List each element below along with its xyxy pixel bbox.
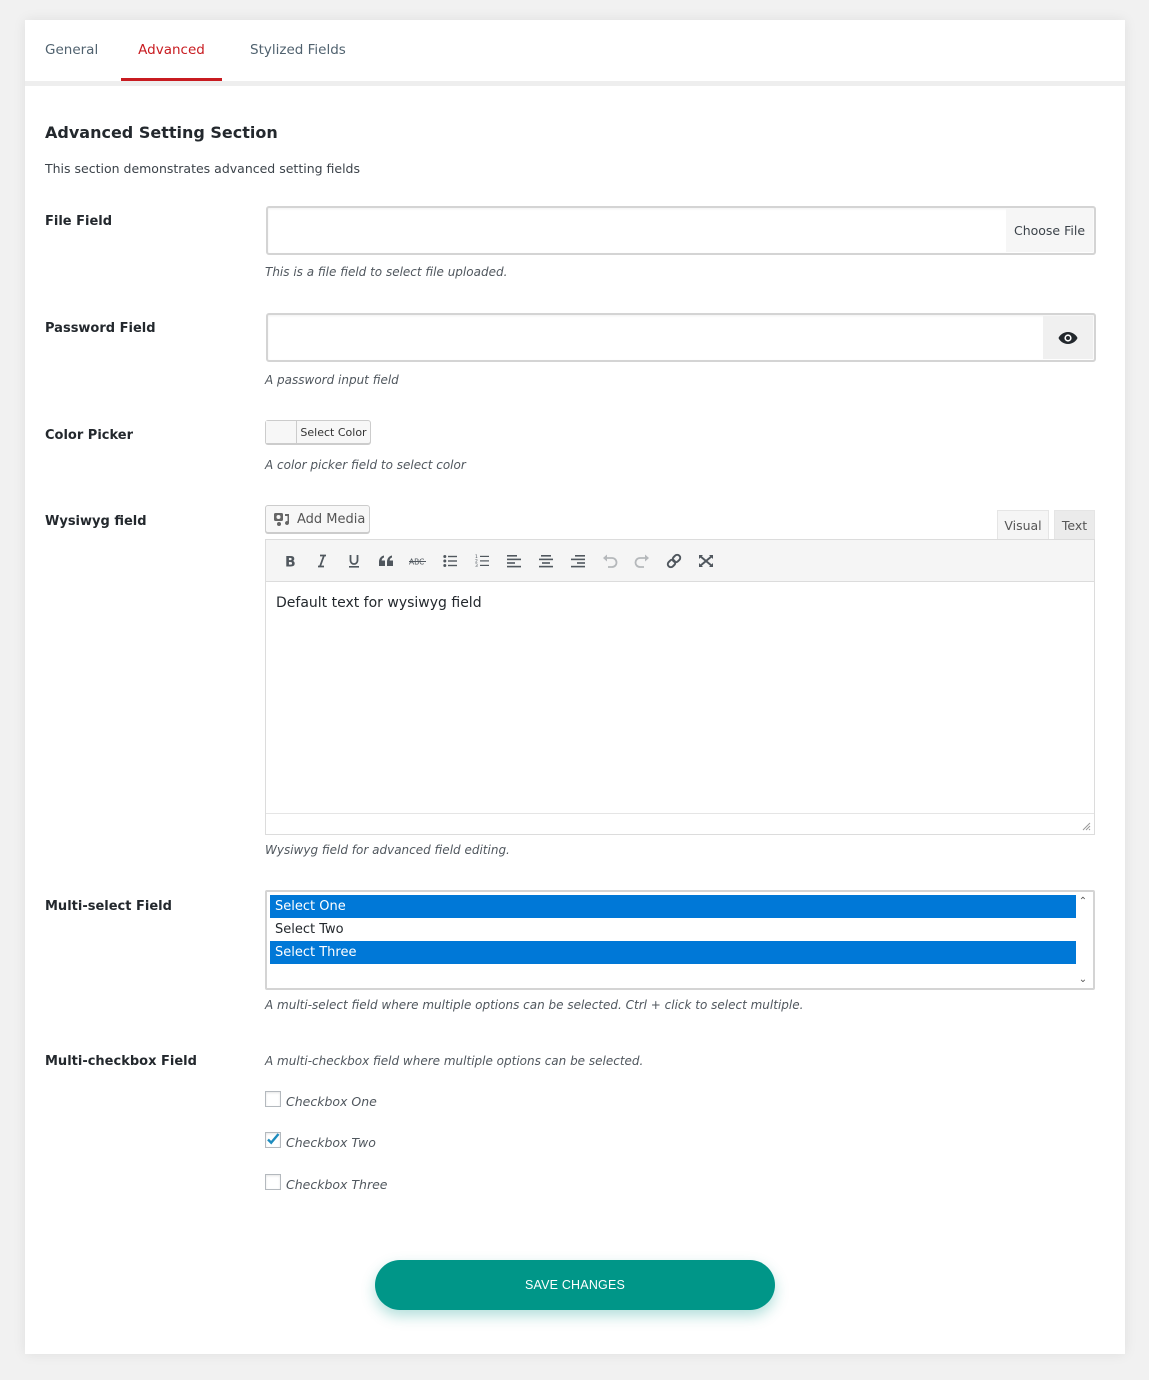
scroll-down-icon[interactable]: ⌄: [1076, 972, 1090, 986]
numbered-list-button[interactable]: 123: [466, 547, 498, 575]
checkbox[interactable]: [265, 1132, 281, 1148]
numbered-list-icon: 123: [475, 554, 489, 568]
tab-stylized-fields[interactable]: Stylized Fields: [250, 42, 346, 81]
eye-icon: [1058, 331, 1078, 344]
toggle-password-visibility-button[interactable]: [1043, 316, 1093, 359]
svg-text:B: B: [285, 554, 296, 568]
color-picker-hint: A color picker field to select color: [265, 458, 466, 472]
align-left-button[interactable]: [498, 547, 530, 575]
blockquote-icon: [379, 555, 393, 566]
bullet-list-icon: [443, 554, 457, 567]
checkmark-icon: [267, 1133, 280, 1145]
checkbox-label: Checkbox One: [286, 1093, 377, 1109]
editor-toolbar: B ABC 123: [266, 540, 1094, 582]
add-media-label: Add Media: [297, 511, 366, 527]
add-media-icon: [274, 513, 290, 526]
add-media-button[interactable]: Add Media: [265, 505, 370, 533]
editor-tab-text[interactable]: Text: [1054, 510, 1095, 540]
underline-button[interactable]: [338, 547, 370, 575]
checkbox-three[interactable]: Checkbox Three: [265, 1174, 388, 1192]
fullscreen-button[interactable]: [690, 547, 722, 575]
strikethrough-icon: ABC: [409, 557, 426, 566]
section-description: This section demonstrates advanced setti…: [45, 161, 361, 176]
multiselect-option[interactable]: Select Two: [270, 918, 1076, 941]
tab-general[interactable]: General: [45, 42, 98, 81]
checkbox-two[interactable]: Checkbox Two: [265, 1132, 376, 1150]
align-center-button[interactable]: [530, 547, 562, 575]
checkbox[interactable]: [265, 1091, 281, 1107]
bold-icon: B: [285, 554, 296, 568]
wysiwyg-field-label: Wysiwyg field: [45, 514, 147, 529]
editor-content[interactable]: Default text for wysiwyg field: [266, 582, 1094, 814]
align-right-button[interactable]: [562, 547, 594, 575]
multicheck-field-hint: A multi-checkbox field where multiple op…: [265, 1054, 644, 1068]
section-title: Advanced Setting Section: [45, 123, 278, 142]
align-right-icon: [571, 554, 585, 567]
password-field-label: Password Field: [45, 321, 156, 336]
fullscreen-icon: [699, 554, 713, 567]
wysiwyg-field-hint: Wysiwyg field for advanced field editing…: [265, 843, 510, 857]
italic-button[interactable]: [306, 547, 338, 575]
color-swatch: [266, 421, 297, 443]
checkbox[interactable]: [265, 1174, 281, 1190]
checkbox-label: Checkbox Two: [286, 1134, 376, 1150]
bullet-list-button[interactable]: [434, 547, 466, 575]
tab-bar: General Advanced Stylized Fields: [25, 20, 1125, 86]
save-changes-button[interactable]: SAVE CHANGES: [375, 1260, 775, 1310]
redo-button[interactable]: [626, 547, 658, 575]
multiselect-field-hint: A multi-select field where multiple opti…: [265, 998, 804, 1012]
multiselect-field[interactable]: Select One Select Two Select Three ⌃ ⌄: [265, 890, 1095, 990]
tab-advanced[interactable]: Advanced: [121, 42, 222, 81]
file-field-hint: This is a file field to select file uplo…: [265, 265, 508, 279]
multiselect-option[interactable]: Select Three: [270, 941, 1076, 964]
insert-link-button[interactable]: [658, 547, 690, 575]
checkbox-one[interactable]: Checkbox One: [265, 1091, 377, 1109]
choose-file-button[interactable]: Choose File: [1006, 209, 1093, 252]
svg-text:3: 3: [475, 563, 478, 568]
editor-statusbar: [266, 814, 1094, 834]
multicheck-field-label: Multi-checkbox Field: [45, 1054, 197, 1069]
italic-icon: [318, 554, 326, 567]
file-field-input[interactable]: Choose File: [266, 206, 1096, 255]
password-field-hint: A password input field: [265, 373, 399, 387]
select-color-button[interactable]: Select Color: [265, 420, 371, 444]
align-left-icon: [507, 554, 521, 567]
align-center-icon: [539, 554, 553, 567]
link-icon: [666, 553, 682, 568]
undo-icon: [603, 554, 618, 568]
multiselect-field-label: Multi-select Field: [45, 899, 172, 914]
checkbox-label: Checkbox Three: [286, 1176, 388, 1192]
settings-card: General Advanced Stylized Fields Advance…: [25, 20, 1125, 1354]
bold-button[interactable]: B: [274, 547, 306, 575]
editor-tab-visual[interactable]: Visual: [997, 510, 1049, 540]
underline-icon: [349, 554, 359, 568]
color-picker-label: Color Picker: [45, 428, 134, 443]
scroll-up-icon[interactable]: ⌃: [1076, 894, 1090, 908]
password-field-input[interactable]: [266, 313, 1096, 362]
resize-handle-icon[interactable]: [1082, 822, 1091, 831]
file-field-label: File Field: [45, 214, 113, 229]
select-color-label: Select Color: [300, 425, 367, 439]
wysiwyg-editor: B ABC 123 Default text for wysiwyg field: [265, 539, 1095, 835]
multiselect-option[interactable]: Select One: [270, 895, 1076, 918]
blockquote-button[interactable]: [370, 547, 402, 575]
strikethrough-button[interactable]: ABC: [402, 547, 434, 575]
undo-button[interactable]: [594, 547, 626, 575]
redo-icon: [634, 554, 649, 568]
